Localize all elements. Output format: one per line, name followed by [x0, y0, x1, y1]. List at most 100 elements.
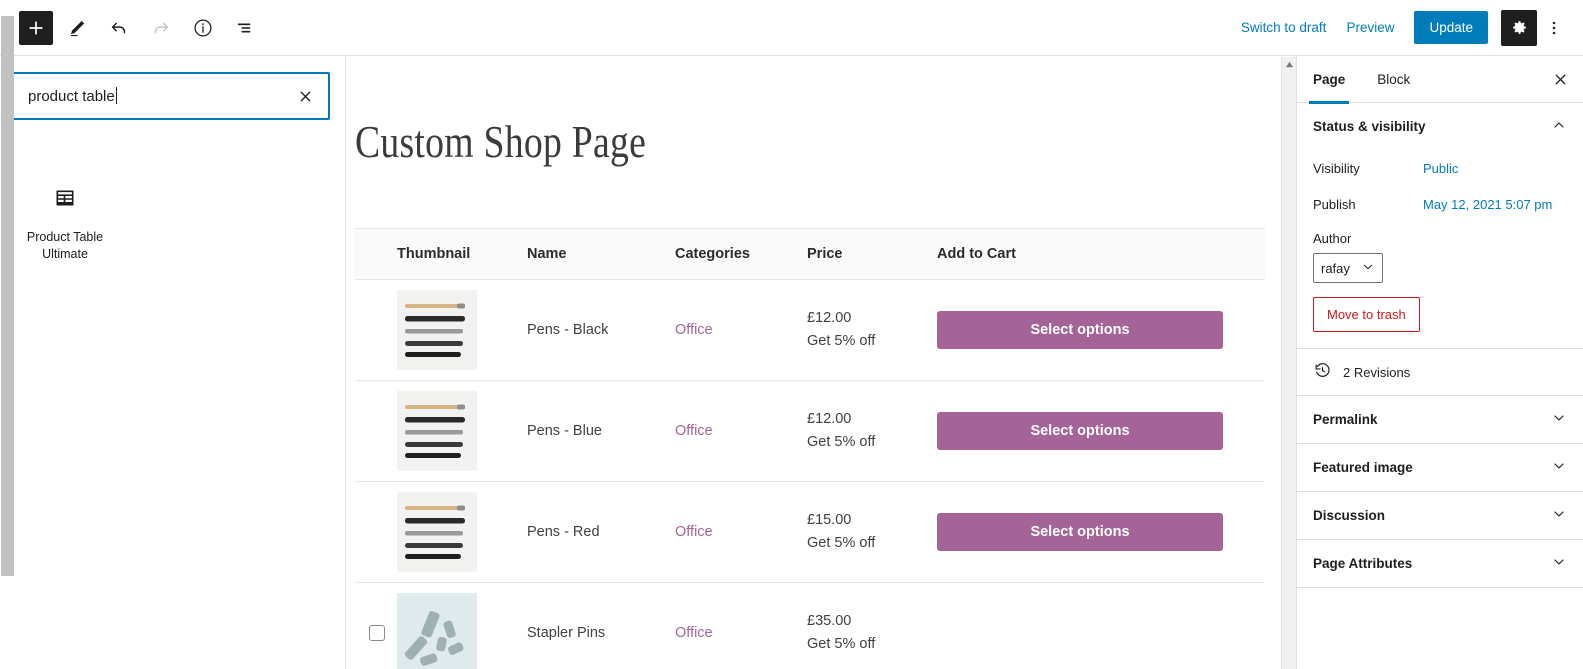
- preview-button[interactable]: Preview: [1336, 14, 1404, 41]
- revisions-row[interactable]: 2 Revisions: [1297, 349, 1583, 396]
- row-cart-cell: Select options: [937, 380, 1265, 482]
- featured-image-section: Featured image: [1297, 444, 1583, 492]
- row-name-cell: Pens - Black: [527, 279, 675, 381]
- chevron-down-icon: [1551, 554, 1567, 573]
- publish-label: Publish: [1313, 196, 1356, 212]
- more-options-icon[interactable]: [1539, 10, 1569, 46]
- row-price-cell: £12.00 Get 5% off: [807, 380, 937, 482]
- visibility-label: Visibility: [1313, 160, 1360, 176]
- visibility-row: Visibility Public: [1313, 150, 1567, 186]
- row-name-cell: Pens - Red: [527, 481, 675, 583]
- category-link[interactable]: Office: [675, 322, 713, 338]
- row-category-cell: Office: [675, 380, 807, 482]
- row-cart-cell: Select options: [937, 481, 1265, 583]
- discussion-header[interactable]: Discussion: [1297, 492, 1583, 539]
- settings-gear-icon[interactable]: [1501, 9, 1537, 46]
- revisions-label: 2 Revisions: [1343, 364, 1411, 380]
- editor-canvas: Custom Shop Page Thumbnail Name Categori…: [347, 56, 1280, 669]
- column-header-select: [355, 228, 397, 280]
- permalink-section: Permalink: [1297, 396, 1583, 444]
- status-visibility-title: Status & visibility: [1313, 119, 1426, 134]
- row-cart-cell: [937, 582, 1265, 669]
- status-visibility-body: Visibility Public Publish May 12, 2021 5…: [1297, 150, 1583, 348]
- text-cursor: [115, 87, 117, 104]
- author-select[interactable]: rafay: [1313, 253, 1383, 283]
- add-block-button[interactable]: [19, 10, 53, 45]
- author-label: Author: [1313, 231, 1352, 246]
- table-row: Pens - Red Office £15.00 Get 5% off Sele…: [355, 481, 1265, 583]
- price-value: £12.00: [807, 410, 852, 427]
- row-price-cell: £15.00 Get 5% off: [807, 481, 937, 583]
- row-name-cell: Pens - Blue: [527, 380, 675, 482]
- permalink-header[interactable]: Permalink: [1297, 396, 1583, 443]
- block-results-grid: Product Table Ultimate: [0, 178, 345, 270]
- select-options-button[interactable]: Select options: [937, 412, 1223, 450]
- chevron-up-icon: [1551, 117, 1567, 136]
- status-visibility-header[interactable]: Status & visibility: [1297, 103, 1583, 150]
- block-search-value: product table: [28, 87, 117, 105]
- block-search-wrapper: product table: [12, 72, 330, 120]
- visibility-value-button[interactable]: Public: [1423, 161, 1458, 176]
- clear-search-icon[interactable]: [297, 88, 314, 105]
- row-select-cell: [355, 279, 397, 381]
- editor-top-toolbar: Switch to draft Preview Update: [0, 0, 1583, 56]
- row-thumbnail-cell: [397, 380, 527, 482]
- discussion-section: Discussion: [1297, 492, 1583, 540]
- toolbar-right-group: Switch to draft Preview Update: [1231, 9, 1583, 46]
- featured-image-header[interactable]: Featured image: [1297, 444, 1583, 491]
- pens-thumbnail: [397, 492, 477, 572]
- select-options-button[interactable]: Select options: [937, 311, 1223, 349]
- row-select-cell: [355, 481, 397, 583]
- author-value: rafay: [1321, 260, 1350, 276]
- chevron-down-icon: [1551, 458, 1567, 477]
- page-title[interactable]: Custom Shop Page: [355, 119, 1114, 165]
- product-table: Thumbnail Name Categories Price Add to C…: [355, 228, 1265, 669]
- column-header-thumbnail: Thumbnail: [397, 228, 527, 280]
- scrollbar-thumb[interactable]: [1, 16, 14, 576]
- row-cart-cell: Select options: [937, 279, 1265, 381]
- settings-sidebar: Page Block Status & visibility Visibilit…: [1296, 56, 1583, 669]
- scrollbar-up-arrow[interactable]: [1282, 57, 1297, 72]
- chevron-down-icon: [1361, 260, 1375, 277]
- discount-note: Get 5% off: [807, 333, 876, 349]
- table-row: Pens - Black Office £12.00 Get 5% off Se…: [355, 279, 1265, 381]
- block-item-product-table-ultimate[interactable]: Product Table Ultimate: [16, 178, 114, 270]
- row-category-cell: Office: [675, 582, 807, 669]
- discount-note: Get 5% off: [807, 636, 876, 652]
- chevron-down-icon: [1551, 410, 1567, 429]
- update-button[interactable]: Update: [1414, 11, 1488, 44]
- tools-pencil-icon[interactable]: [59, 10, 95, 46]
- row-name-cell: Stapler Pins: [527, 582, 675, 669]
- publish-date-button[interactable]: May 12, 2021 5:07 pm: [1423, 197, 1552, 212]
- undo-button[interactable]: [101, 10, 137, 46]
- redo-button[interactable]: [143, 10, 179, 46]
- product-table-body: Pens - Black Office £12.00 Get 5% off Se…: [355, 279, 1265, 669]
- category-link[interactable]: Office: [675, 423, 713, 439]
- row-select-checkbox[interactable]: [369, 625, 385, 641]
- editor-scrollbar[interactable]: [1281, 57, 1296, 669]
- column-header-name: Name: [527, 228, 675, 280]
- discussion-title: Discussion: [1313, 508, 1386, 523]
- table-icon: [53, 186, 77, 215]
- page-attributes-header[interactable]: Page Attributes: [1297, 540, 1583, 587]
- row-price-cell: £35.00 Get 5% off: [807, 582, 937, 669]
- row-category-cell: Office: [675, 481, 807, 583]
- row-select-cell: [355, 380, 397, 482]
- publish-row: Publish May 12, 2021 5:07 pm: [1313, 186, 1567, 222]
- tab-page[interactable]: Page: [1297, 56, 1361, 104]
- category-link[interactable]: Office: [675, 625, 713, 641]
- move-to-trash-button[interactable]: Move to trash: [1313, 297, 1420, 332]
- row-category-cell: Office: [675, 279, 807, 381]
- switch-to-draft-button[interactable]: Switch to draft: [1231, 14, 1337, 41]
- block-search-input[interactable]: product table: [12, 72, 330, 120]
- column-header-add-to-cart: Add to Cart: [937, 228, 1265, 280]
- price-value: £35.00: [807, 612, 852, 629]
- tab-block[interactable]: Block: [1361, 56, 1426, 103]
- toolbar-left-group: [0, 10, 263, 46]
- block-item-label: Product Table Ultimate: [26, 230, 104, 261]
- select-options-button[interactable]: Select options: [937, 513, 1223, 551]
- info-icon[interactable]: [185, 10, 221, 46]
- list-view-icon[interactable]: [227, 10, 263, 46]
- close-sidebar-icon[interactable]: [1552, 71, 1569, 88]
- category-link[interactable]: Office: [675, 524, 713, 540]
